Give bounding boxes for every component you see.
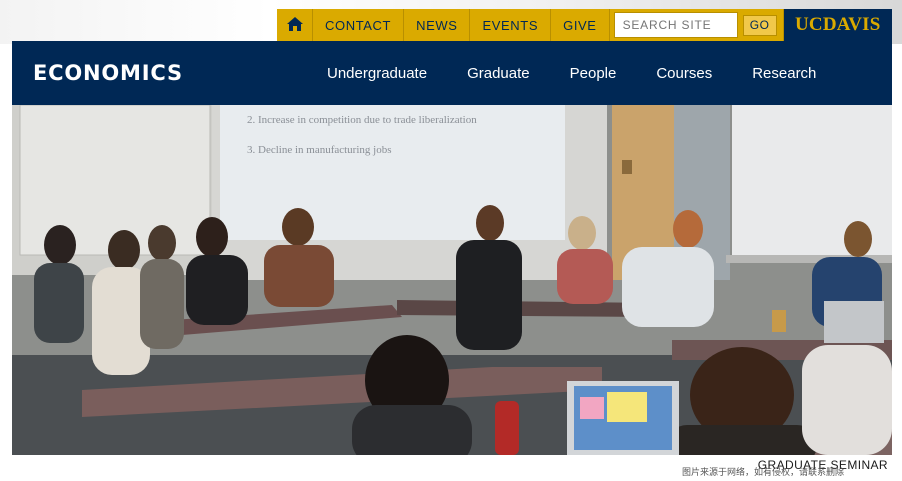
- events-link[interactable]: EVENTS: [470, 9, 552, 41]
- slide-line-3: 3. Decline in manufacturing jobs: [247, 144, 392, 156]
- give-link[interactable]: GIVE: [551, 9, 610, 41]
- ucdavis-logo-text: UCDAVIS: [795, 14, 881, 35]
- hero-photo: 2. Increase in competition due to trade …: [12, 105, 892, 455]
- search-input[interactable]: [613, 12, 738, 38]
- page: CONTACT NEWS EVENTS GIVE GO UCDAVIS ECON…: [0, 0, 902, 481]
- home-icon: [286, 16, 304, 35]
- utility-bar: CONTACT NEWS EVENTS GIVE GO UCDAVIS: [277, 9, 892, 41]
- nav-research[interactable]: Research: [752, 65, 816, 82]
- nav-people[interactable]: People: [570, 65, 617, 82]
- site-search: GO: [610, 9, 784, 41]
- department-title[interactable]: ECONOMICS: [33, 61, 313, 85]
- main-header: ECONOMICS Undergraduate Graduate People …: [12, 41, 892, 105]
- seminar-photo-illustration: 2. Increase in competition due to trade …: [12, 105, 892, 455]
- home-link[interactable]: [277, 9, 313, 41]
- ucdavis-logo[interactable]: UCDAVIS: [783, 9, 892, 41]
- search-go-button[interactable]: GO: [742, 14, 777, 36]
- contact-link[interactable]: CONTACT: [313, 9, 405, 41]
- main-nav: Undergraduate Graduate People Courses Re…: [327, 65, 856, 82]
- nav-undergraduate[interactable]: Undergraduate: [327, 65, 427, 82]
- news-link[interactable]: NEWS: [404, 9, 471, 41]
- slide-line-2: 2. Increase in competition due to trade …: [247, 114, 477, 126]
- image-source-watermark: 图片来源于网络，如有侵权，请联系删除: [682, 467, 845, 477]
- nav-graduate[interactable]: Graduate: [467, 65, 530, 82]
- nav-courses[interactable]: Courses: [656, 65, 712, 82]
